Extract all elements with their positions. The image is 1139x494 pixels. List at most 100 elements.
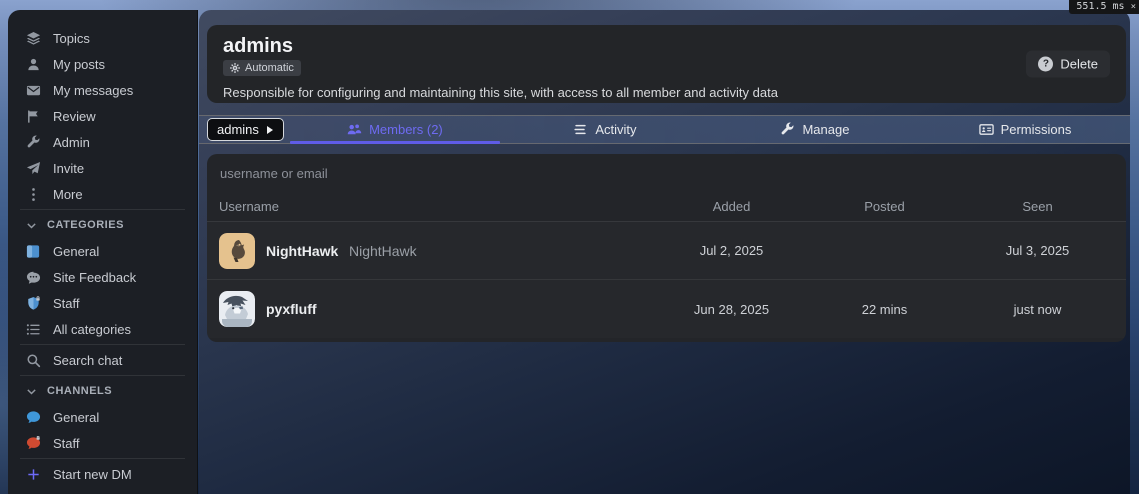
tab-label: Activity	[595, 122, 636, 137]
sidebar-item-label: Review	[53, 109, 96, 124]
cell-seen: just now	[961, 302, 1114, 317]
layers-icon	[26, 31, 41, 46]
sidebar-item-label: Invite	[53, 161, 84, 176]
sidebar-category-general[interactable]: General	[8, 238, 197, 264]
member-names: NightHawk NightHawk	[266, 243, 417, 259]
users-icon	[347, 122, 362, 137]
sidebar-item-review[interactable]: Review	[8, 103, 197, 129]
chat-bubble-icon	[26, 410, 41, 425]
tab-label: Permissions	[1001, 122, 1072, 137]
avatar[interactable]	[219, 233, 255, 269]
sidebar-category-staff[interactable]: Staff	[8, 290, 197, 316]
sidebar-item-label: General	[53, 244, 99, 259]
table-row[interactable]: NightHawk NightHawk Jul 2, 2025 Jul 3, 2…	[207, 222, 1126, 280]
paper-plane-icon	[26, 161, 41, 176]
group-tabbar: admins Members (2) Activity Manage Permi…	[199, 115, 1130, 144]
group-dropdown-label: admins	[217, 122, 259, 137]
sidebar-item-my-messages[interactable]: My messages	[8, 77, 197, 103]
member-cell: NightHawk NightHawk	[219, 233, 655, 269]
table-row[interactable]: pyxfluff Jun 28, 2025 22 mins just now	[207, 280, 1126, 338]
comment-dots-icon	[26, 270, 41, 285]
flag-icon	[26, 109, 41, 124]
automatic-badge: Automatic	[223, 60, 301, 76]
sidebar-channel-general[interactable]: General	[8, 404, 197, 430]
plus-icon	[26, 467, 41, 482]
group-description: Responsible for configuring and maintain…	[223, 85, 1110, 100]
question-circle-icon[interactable]: ?	[1038, 57, 1053, 72]
cell-posted: 22 mins	[808, 302, 961, 317]
sidebar-section-channels[interactable]: Channels	[8, 378, 197, 404]
sidebar-item-admin[interactable]: Admin	[8, 129, 197, 155]
tab-permissions[interactable]: Permissions	[920, 116, 1130, 143]
delete-button[interactable]: ? Delete	[1026, 51, 1110, 78]
search-icon	[26, 353, 41, 368]
member-fullname: NightHawk	[349, 243, 417, 259]
member-username[interactable]: NightHawk	[266, 243, 338, 259]
main-region: admins Automatic Responsible for configu…	[199, 10, 1130, 494]
member-cell: pyxfluff	[219, 291, 655, 327]
profiler-close-icon[interactable]: ×	[1131, 2, 1136, 12]
sidebar-item-label: Staff	[53, 296, 80, 311]
automatic-badge-label: Automatic	[245, 62, 294, 74]
tabs: Members (2) Activity Manage Permissions	[290, 116, 1130, 143]
tab-members[interactable]: Members (2)	[290, 116, 500, 143]
sidebar-divider	[20, 375, 185, 376]
avatar[interactable]	[219, 291, 255, 327]
sidebar-item-start-new-dm[interactable]: Start new DM	[8, 461, 197, 487]
tab-label: Manage	[802, 122, 849, 137]
tab-activity[interactable]: Activity	[500, 116, 710, 143]
column-posted: Posted	[808, 199, 961, 214]
stream-icon	[573, 122, 588, 137]
group-header-card: admins Automatic Responsible for configu…	[207, 25, 1126, 103]
profiler-badge[interactable]: 551.5 ms ×	[1069, 0, 1139, 14]
sidebar-item-label: General	[53, 410, 99, 425]
profiler-time: 551.5 ms	[1076, 1, 1124, 12]
sidebar-category-site-feedback[interactable]: Site Feedback	[8, 264, 197, 290]
delete-button-label: Delete	[1060, 57, 1098, 72]
sidebar-category-all[interactable]: All categories	[8, 316, 197, 342]
sidebar-divider	[20, 209, 185, 210]
sidebar-item-label: Admin	[53, 135, 90, 150]
group-dropdown[interactable]: admins	[207, 118, 284, 141]
chevron-down-icon	[26, 220, 37, 231]
section-header-label: Channels	[47, 385, 112, 397]
member-names: pyxfluff	[266, 301, 324, 317]
chat-bubble-lock-icon	[26, 436, 41, 451]
sidebar-section-categories[interactable]: Categories	[8, 212, 197, 238]
tab-manage[interactable]: Manage	[710, 116, 920, 143]
sidebar-item-invite[interactable]: Invite	[8, 155, 197, 181]
sidebar-item-my-posts[interactable]: My posts	[8, 51, 197, 77]
cell-seen: Jul 3, 2025	[961, 243, 1114, 258]
page-title: admins	[223, 35, 1110, 57]
column-added: Added	[655, 199, 808, 214]
wrench-icon	[26, 135, 41, 150]
envelope-icon	[26, 83, 41, 98]
sidebar-item-more[interactable]: More	[8, 181, 197, 207]
gear-icon	[230, 63, 240, 73]
sidebar: Topics My posts My messages Review Admin…	[8, 10, 198, 494]
column-seen: Seen	[961, 199, 1114, 214]
sidebar-divider	[20, 458, 185, 459]
wrench-icon	[780, 122, 795, 137]
member-search-input[interactable]	[207, 154, 1126, 192]
sidebar-item-label: My posts	[53, 57, 105, 72]
tab-label: Members (2)	[369, 122, 443, 137]
caret-right-icon	[266, 125, 274, 135]
sidebar-item-topics[interactable]: Topics	[8, 25, 197, 51]
sidebar-channel-staff[interactable]: Staff	[8, 430, 197, 456]
member-username[interactable]: pyxfluff	[266, 301, 317, 317]
sidebar-item-label: More	[53, 187, 83, 202]
chevron-down-icon	[26, 386, 37, 397]
sidebar-item-label: Staff	[53, 436, 80, 451]
id-card-icon	[979, 122, 994, 137]
sidebar-item-search-chat[interactable]: Search chat	[8, 347, 197, 373]
sidebar-item-label: My messages	[53, 83, 133, 98]
members-table-header: Username Added Posted Seen	[207, 192, 1126, 222]
sidebar-item-label: Topics	[53, 31, 90, 46]
sidebar-divider	[20, 344, 185, 345]
cell-added: Jul 2, 2025	[655, 243, 808, 258]
ellipsis-icon	[26, 187, 41, 202]
column-username: Username	[219, 199, 655, 214]
cell-added: Jun 28, 2025	[655, 302, 808, 317]
shield-lock-icon	[26, 296, 41, 311]
